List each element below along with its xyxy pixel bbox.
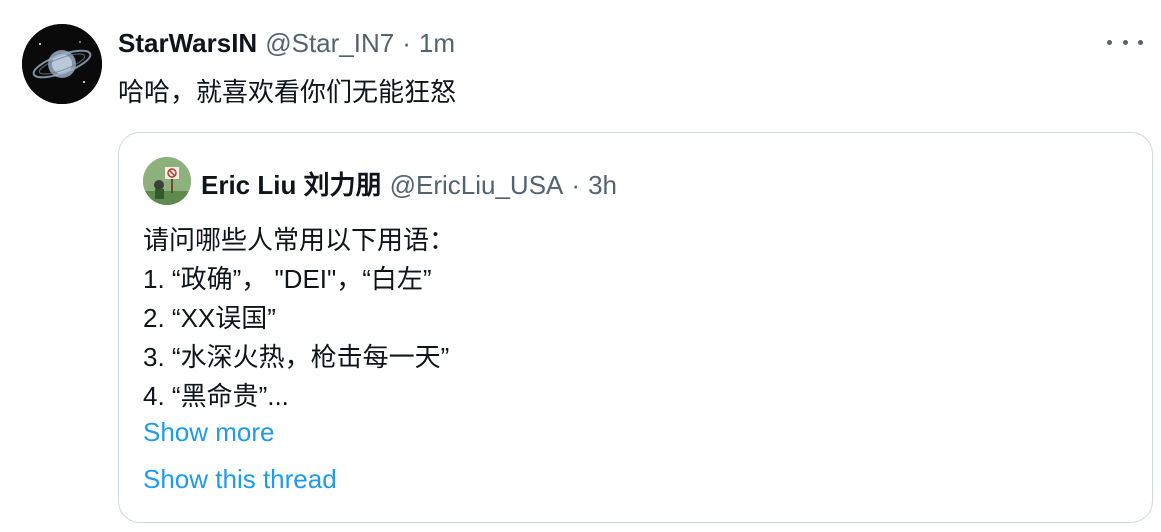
separator-dot: · — [402, 28, 411, 58]
quoted-separator-dot: · — [571, 170, 581, 200]
tweet-timestamp[interactable]: 1m — [419, 28, 455, 59]
dot-2 — [1122, 39, 1128, 45]
quoted-header: Eric Liu 刘力朋 @EricLiu_USA · 3h — [201, 165, 617, 202]
quoted-line: 2. “XX误国” — [143, 303, 276, 333]
show-thread-link[interactable]: Show this thread — [143, 464, 337, 495]
show-more-link[interactable]: Show more — [143, 417, 275, 448]
quoted-line: 3. “水深火热，枪击每一天” — [143, 342, 450, 372]
tweet[interactable]: StarWarsIN @Star_IN7 · 1m 哈哈，就喜欢看你们无能狂怒 … — [0, 0, 1161, 532]
quoted-tweet[interactable]: Eric Liu 刘力朋 @EricLiu_USA · 3h 请问哪些人常用以下… — [118, 132, 1153, 523]
author-handle[interactable]: @Star_IN7 — [265, 28, 394, 59]
quoted-text: 请问哪些人常用以下用语： 1. “政确”， "DEI"，“白左” 2. “XX误… — [143, 221, 455, 416]
more-dots-icon[interactable] — [1107, 28, 1143, 56]
planet-ring-avatar-icon — [22, 24, 102, 104]
quoted-author-avatar[interactable] — [143, 157, 191, 205]
quoted-author-name[interactable]: Eric Liu 刘力朋 — [201, 165, 382, 202]
dot-1 — [1107, 39, 1112, 45]
author-name[interactable]: StarWarsIN — [118, 28, 257, 59]
author-avatar[interactable] — [22, 24, 102, 104]
quoted-line: 请问哪些人常用以下用语： — [143, 225, 456, 255]
quoted-timestamp[interactable]: 3h — [588, 170, 617, 201]
quoted-line: 1. “政确”， "DEI"，“白左” — [143, 264, 432, 294]
sign-avatar-icon — [143, 157, 191, 205]
quoted-author-handle[interactable]: @EricLiu_USA — [390, 170, 564, 201]
tweet-text: 哈哈，就喜欢看你们无能狂怒 — [118, 77, 457, 107]
tweet-header: StarWarsIN @Star_IN7 · 1m — [118, 28, 455, 60]
dot-3 — [1138, 39, 1143, 45]
quoted-line: 4. “黑命贵”... — [143, 381, 289, 411]
